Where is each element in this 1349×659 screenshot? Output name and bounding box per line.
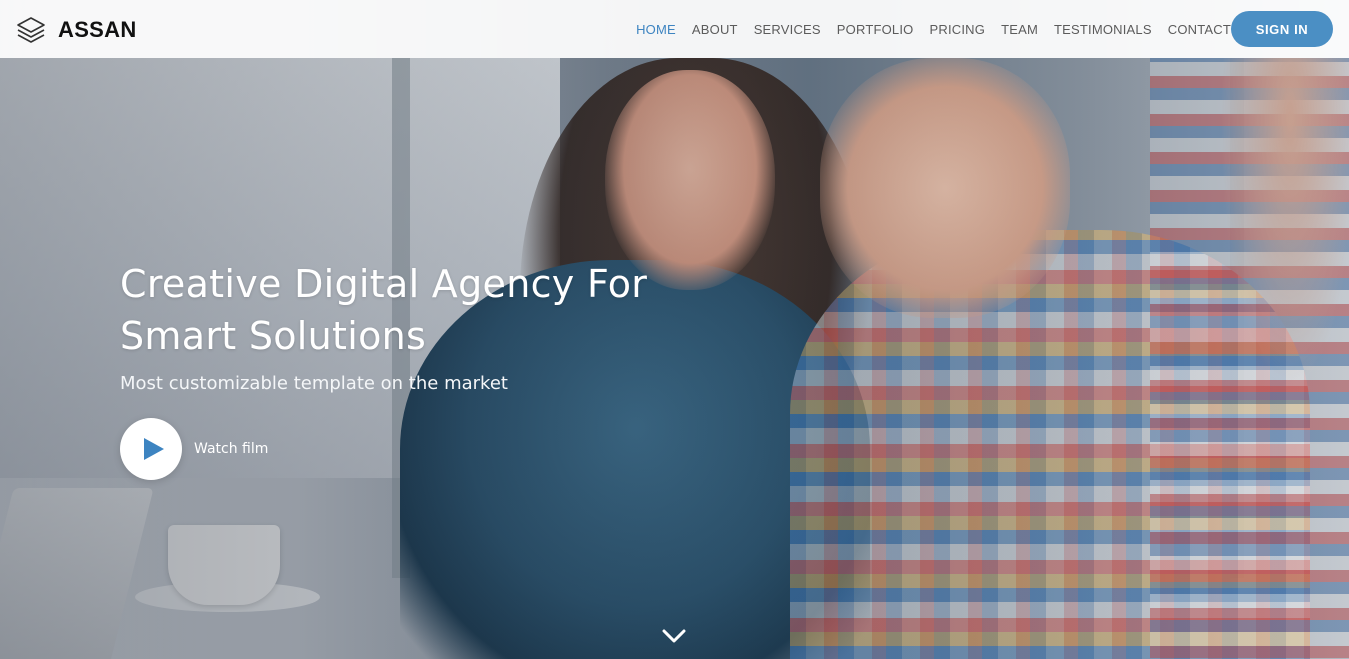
layers-icon — [17, 17, 45, 43]
main-nav: HOME ABOUT SERVICES PORTFOLIO PRICING TE… — [620, 0, 1231, 58]
chevron-down-icon[interactable] — [661, 626, 687, 646]
headline-line-2: Smart Solutions — [120, 314, 427, 358]
nav-contact[interactable]: CONTACT — [1168, 22, 1231, 37]
nav-team[interactable]: TEAM — [1001, 22, 1038, 37]
nav-home[interactable]: HOME — [636, 22, 676, 37]
brand-name: ASSAN — [58, 17, 137, 42]
watch-film-label: Watch film — [194, 441, 269, 457]
nav-about[interactable]: ABOUT — [692, 22, 738, 37]
nav-testimonials[interactable]: TESTIMONIALS — [1054, 22, 1152, 37]
watch-film-link[interactable]: Watch film — [120, 418, 268, 480]
hero-headline: Creative Digital Agency For Smart Soluti… — [120, 258, 740, 362]
headline-line-1: Creative Digital Agency For — [120, 262, 648, 306]
nav-portfolio[interactable]: PORTFOLIO — [837, 22, 914, 37]
play-icon — [143, 438, 164, 460]
nav-pricing[interactable]: PRICING — [929, 22, 985, 37]
hero-subheadline: Most customizable template on the market — [120, 373, 508, 394]
sign-in-button[interactable]: SIGN IN — [1231, 11, 1333, 47]
nav-services[interactable]: SERVICES — [754, 22, 821, 37]
play-button[interactable] — [120, 418, 182, 480]
brand[interactable]: ASSAN — [16, 14, 137, 46]
site-header: ASSAN HOME ABOUT SERVICES PORTFOLIO PRIC… — [0, 0, 1349, 58]
